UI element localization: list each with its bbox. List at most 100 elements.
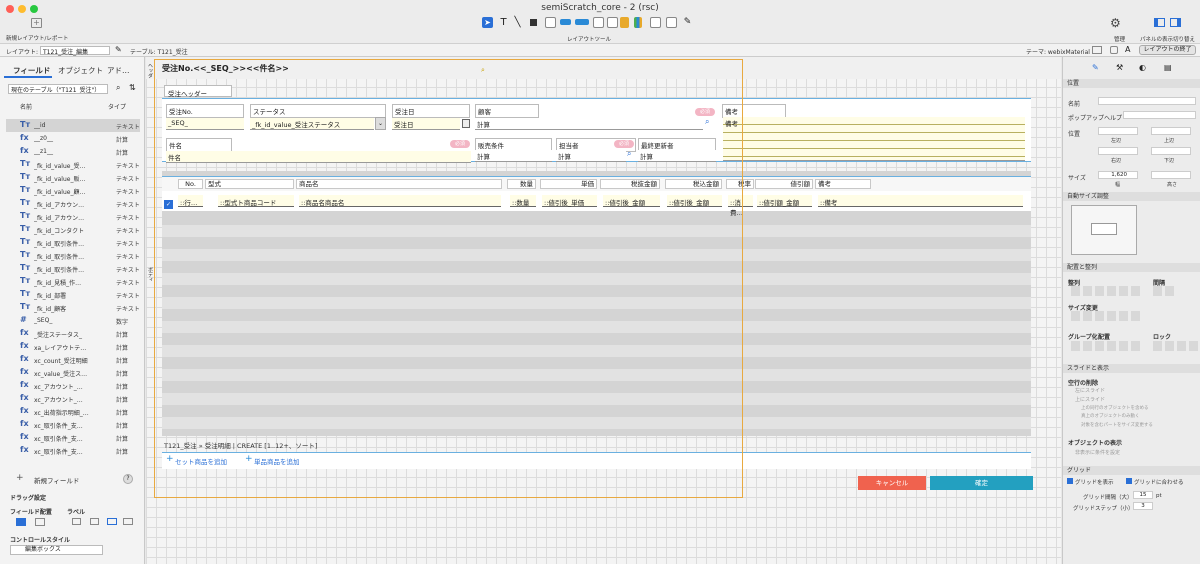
show-grid-check-icon[interactable] (1067, 478, 1073, 484)
line-field-discount[interactable]: ::値引額_金額 (757, 195, 812, 207)
field-row[interactable]: fx __z0__ 計算 (6, 132, 140, 145)
field-row[interactable]: fx xc_value_受注ス… 計算 (6, 366, 140, 379)
field-row[interactable]: Tт _fk_id_取引条件… テキスト (6, 249, 140, 262)
line-field-remarks[interactable]: ::備考 (818, 195, 1023, 207)
field-row[interactable]: Tт _fk_id_value_顧… テキスト (6, 184, 140, 197)
add-field-icon[interactable]: + (16, 473, 24, 483)
slide-up-option-1[interactable]: 上の同行のオブジェクトを含める (1081, 405, 1149, 411)
label-top-icon[interactable] (90, 518, 99, 525)
field-row[interactable]: Tт _fk_id_取引条件… テキスト (6, 236, 140, 249)
field-row[interactable]: Tт _fk_id_アカウン… テキスト (6, 210, 140, 223)
bottom-input[interactable] (1151, 147, 1191, 155)
field-row[interactable]: Tт __id テキスト (6, 119, 140, 132)
slide-up-option-3[interactable]: 対象を含むパートをサイズ変更する (1081, 422, 1153, 428)
label-inline-icon[interactable] (107, 518, 117, 525)
slider-tool-icon[interactable] (666, 17, 677, 28)
name-input[interactable] (1098, 97, 1196, 105)
autosize-widget[interactable] (1071, 205, 1137, 255)
text-tool-icon[interactable]: T (498, 17, 509, 28)
right-input[interactable] (1098, 147, 1138, 155)
line-tool-icon[interactable]: ╲ (512, 17, 523, 28)
field-row[interactable]: fx xa_レイアウトテ… 計算 (6, 340, 140, 353)
tab-control-tool-icon[interactable] (607, 17, 618, 28)
tab-addons[interactable]: アド… (107, 65, 130, 76)
field-row[interactable]: Tт _fk_id_顧客 テキスト (6, 301, 140, 314)
edit-layout-icon[interactable]: ✎ (115, 45, 122, 54)
inspector-icon[interactable] (1110, 46, 1118, 54)
layout-select[interactable]: T121_受注_編集 (40, 46, 110, 56)
gear-icon[interactable]: ⚙ (1110, 16, 1121, 30)
left-panel-toggle-icon[interactable] (1154, 18, 1165, 27)
arrange-section[interactable]: 配置と整列 (1063, 263, 1200, 272)
inspector-appearance-tab-icon[interactable]: ◐ (1139, 63, 1146, 72)
field-row[interactable]: fx xc_取引条件_支… 計算 (6, 444, 140, 457)
field-row[interactable]: # _SEQ_ 数字 (6, 314, 140, 327)
inspector-position-tab-icon[interactable]: ✎ (1092, 63, 1099, 72)
field-row[interactable]: Tт _fk_id_value_販… テキスト (6, 171, 140, 184)
grid-step-input[interactable]: 3 (1133, 502, 1153, 510)
pointer-tool-icon[interactable]: ➤ (482, 17, 493, 28)
shape-tool-icon[interactable] (528, 17, 539, 28)
grid-spacing-input[interactable]: 15 (1133, 491, 1153, 499)
lock-buttons[interactable] (1153, 341, 1199, 351)
slide-up-checkbox[interactable]: 上にスライド (1075, 396, 1105, 403)
slide-up-option-2[interactable]: 真上のオブジェクトのみ動く (1081, 413, 1140, 419)
chart-tool-icon[interactable] (634, 17, 642, 28)
inspector-style-tab-icon[interactable]: ⚒ (1116, 63, 1123, 72)
help-button[interactable]: ? (123, 474, 133, 484)
sort-icon[interactable]: ⇅ (129, 83, 136, 92)
field-row[interactable]: Tт _fk_id_アカウン… テキスト (6, 197, 140, 210)
field-row[interactable]: fx _受注ステータス_ 計算 (6, 327, 140, 340)
hide-condition-checkbox[interactable]: 非表示に条件を設定 (1075, 449, 1120, 456)
search-icon[interactable]: ⌕ (116, 83, 120, 93)
slide-section[interactable]: スライドと表示 (1063, 364, 1200, 373)
web-viewer-tool-icon[interactable] (620, 17, 629, 28)
field-row[interactable]: fx xc_アカウント_… 計算 (6, 379, 140, 392)
height-input[interactable] (1151, 171, 1191, 179)
field-row[interactable]: Tт _fk_id_部署 テキスト (6, 288, 140, 301)
field-row[interactable]: Tт _fk_id_見積_作… テキスト (6, 275, 140, 288)
grid-section[interactable]: グリッド (1063, 466, 1200, 475)
portal-tool-icon[interactable] (650, 17, 661, 28)
left-input[interactable] (1098, 127, 1138, 135)
slide-left-checkbox[interactable]: 左にスライド (1075, 387, 1105, 394)
snap-grid-label[interactable]: グリッドに合わせる (1134, 478, 1184, 486)
column-header-discount[interactable]: 値引額 (755, 179, 813, 189)
new-field-button[interactable]: 新規フィールド (34, 475, 79, 485)
font-size-icon[interactable]: A (1125, 45, 1130, 54)
field-tool-icon[interactable] (545, 17, 556, 28)
field-row[interactable]: fx xc_アカウント_… 計算 (6, 392, 140, 405)
column-header-remarks[interactable]: 備考 (815, 179, 871, 189)
field-row[interactable]: Tт _fk_id_コンタクト テキスト (6, 223, 140, 236)
view-mode-icon[interactable] (1092, 46, 1102, 54)
width-input[interactable]: 1,620 (1098, 171, 1138, 179)
tab-fields[interactable]: フィールド (13, 65, 50, 76)
field-remarks[interactable]: 備考 (723, 117, 1025, 161)
cancel-button[interactable]: キャンセル (858, 476, 926, 490)
label-left-icon[interactable] (72, 518, 81, 525)
tab-objects[interactable]: オブジェクト (58, 65, 103, 76)
field-row[interactable]: Tт _fk_id_取引条件… テキスト (6, 262, 140, 275)
button-tool-icon[interactable] (560, 19, 571, 25)
top-input[interactable] (1151, 127, 1191, 135)
popover-help-input[interactable] (1123, 111, 1196, 119)
field-row[interactable]: fx xc_出荷指示明細_… 計算 (6, 405, 140, 418)
exit-layout-button[interactable]: レイアウトの終了 (1139, 45, 1196, 55)
new-layout-icon[interactable]: + (31, 18, 42, 28)
field-row[interactable]: fx xc_取引条件_支… 計算 (6, 418, 140, 431)
table-select[interactable]: 現在のテーブル（"T121_受注"） (8, 84, 108, 94)
autosize-section[interactable]: 自動サイズ調整 (1063, 192, 1200, 201)
confirm-button[interactable]: 確定 (930, 476, 1033, 490)
field-row[interactable]: fx __z1__ 計算 (6, 145, 140, 158)
position-section[interactable]: 位置 (1063, 79, 1200, 88)
field-row[interactable]: fx xc_count_受注明細 計算 (6, 353, 140, 366)
spacing-buttons[interactable] (1153, 286, 1175, 296)
align-buttons[interactable] (1071, 286, 1141, 296)
group-buttons[interactable] (1071, 341, 1141, 351)
no-label-icon[interactable] (123, 518, 133, 525)
popover-tool-icon[interactable] (593, 17, 604, 28)
show-grid-label[interactable]: グリッドを表示 (1075, 478, 1114, 486)
vertical-placement-icon[interactable] (16, 518, 26, 526)
inspector-data-tab-icon[interactable]: ▤ (1164, 63, 1172, 72)
control-style-select[interactable]: 編集ボックス (10, 545, 103, 555)
